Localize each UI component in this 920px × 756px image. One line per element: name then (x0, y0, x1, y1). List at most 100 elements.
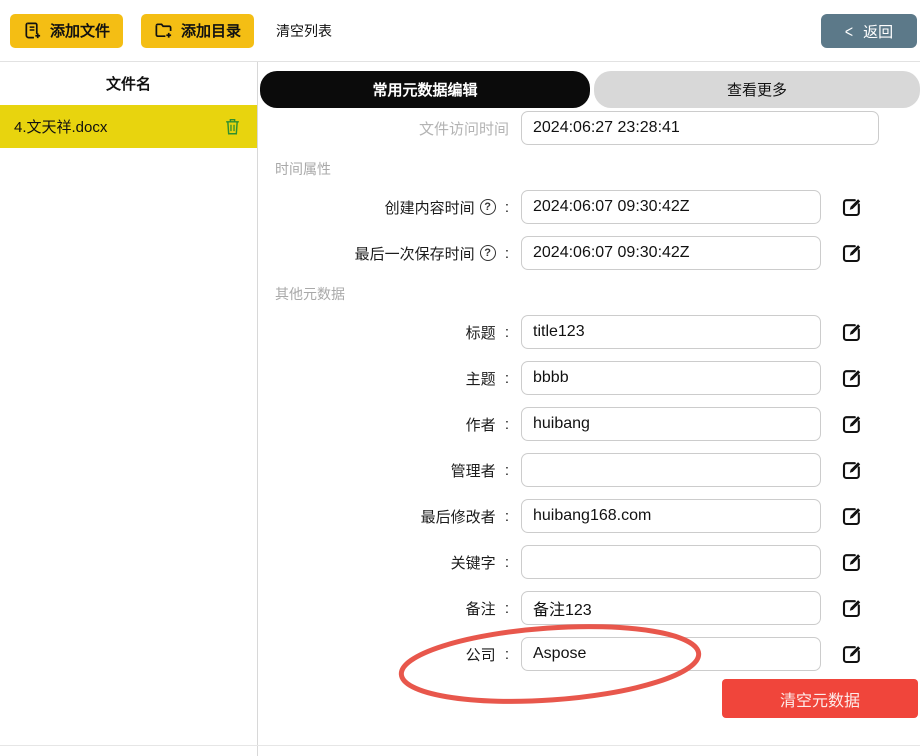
label-colon: : (500, 369, 509, 387)
bottom-divider (0, 745, 920, 746)
last-saved-time-row: 最后一次保存时间? : (259, 236, 920, 270)
label-colon: : (500, 244, 509, 262)
clear-list-link[interactable]: 清空列表 (276, 21, 332, 41)
metadata-form: 文件访问时间时间属性创建内容时间? :最后一次保存时间? :其他元数据标题 :主… (259, 108, 920, 704)
label-colon: : (500, 645, 509, 663)
edit-pencil-square-icon (841, 321, 863, 343)
field-label: 标题 : (259, 322, 509, 343)
field-label: 备注 : (259, 598, 509, 619)
edit-content-created-time-button[interactable] (840, 195, 864, 219)
edit-comments-button[interactable] (840, 596, 864, 620)
section-label: 其他元数据 (275, 286, 345, 302)
label-colon: : (500, 553, 509, 571)
edit-pencil-square-icon (841, 505, 863, 527)
field-label: 创建内容时间? : (259, 197, 509, 218)
field-label-text: 最后一次保存时间 (354, 245, 475, 263)
edit-pencil-square-icon (841, 459, 863, 481)
add-directory-label: 添加目录 (181, 23, 242, 40)
edit-pencil-square-icon (841, 551, 863, 573)
field-label: 文件访问时间 (259, 118, 509, 139)
input-keywords[interactable] (521, 545, 821, 579)
input-last-saved-time[interactable] (521, 236, 821, 270)
field-label-text: 文件访问时间 (418, 120, 509, 138)
input-subject[interactable] (521, 361, 821, 395)
edit-title-button[interactable] (840, 320, 864, 344)
input-author[interactable] (521, 407, 821, 441)
tab-common-metadata-edit[interactable]: 常用元数据编辑 (260, 71, 590, 108)
edit-company-button[interactable] (840, 642, 864, 666)
field-label-text: 主题 (465, 370, 496, 388)
company-row: 公司 : (259, 624, 920, 704)
field-label: 最后修改者 : (259, 506, 509, 527)
label-colon: : (500, 198, 509, 216)
field-label: 作者 : (259, 414, 509, 435)
edit-subject-button[interactable] (840, 366, 864, 390)
field-label-text: 最后修改者 (420, 508, 496, 526)
edit-pencil-square-icon (841, 643, 863, 665)
add-file-button[interactable]: 添加文件 (10, 13, 124, 48)
edit-manager-button[interactable] (840, 458, 864, 482)
field-label-text: 管理者 (450, 462, 496, 480)
help-icon[interactable]: ? (479, 245, 496, 261)
input-file-access-time[interactable] (521, 111, 879, 145)
delete-file-button[interactable] (222, 115, 243, 138)
file-access-time-row: 文件访问时间 (259, 111, 920, 145)
edit-last-saved-time-button[interactable] (840, 241, 864, 265)
subject-row: 主题 : (259, 361, 920, 395)
folder-plus-icon (154, 21, 173, 40)
add-directory-button[interactable]: 添加目录 (141, 13, 255, 48)
metadata-panel: 常用元数据编辑 查看更多 文件访问时间时间属性创建内容时间? :最后一次保存时间… (259, 62, 920, 756)
field-label: 最后一次保存时间? : (259, 243, 509, 264)
input-company[interactable] (521, 637, 821, 671)
field-label: 主题 : (259, 368, 509, 389)
file-plus-icon (23, 21, 42, 40)
field-label-text: 创建内容时间 (384, 199, 475, 217)
tab-bar: 常用元数据编辑 查看更多 (259, 62, 920, 108)
last-modified-by-row: 最后修改者 : (259, 499, 920, 533)
field-label-text: 公司 (465, 646, 496, 664)
back-button[interactable]: < 返回 (821, 14, 917, 48)
file-name: 4.文天祥.docx (14, 119, 108, 136)
edit-pencil-square-icon (841, 242, 863, 264)
add-file-label: 添加文件 (50, 23, 111, 40)
field-label: 关键字 : (259, 552, 509, 573)
input-last-modified-by[interactable] (521, 499, 821, 533)
edit-pencil-square-icon (841, 367, 863, 389)
field-label-text: 备注 (465, 600, 496, 618)
label-colon: : (500, 507, 509, 525)
field-label: 管理者 : (259, 460, 509, 481)
label-colon: : (500, 461, 509, 479)
comments-row: 备注 : (259, 591, 920, 625)
help-icon[interactable]: ? (479, 199, 496, 215)
input-manager[interactable] (521, 453, 821, 487)
field-label: 公司 : (259, 644, 509, 665)
file-list-header: 文件名 (105, 76, 151, 93)
label-colon: : (500, 415, 509, 433)
edit-last-modified-by-button[interactable] (840, 504, 864, 528)
trash-icon (224, 117, 241, 136)
edit-pencil-square-icon (841, 196, 863, 218)
edit-author-button[interactable] (840, 412, 864, 436)
title-row: 标题 : (259, 315, 920, 349)
chevron-left-icon: < (844, 21, 854, 41)
edit-pencil-square-icon (841, 413, 863, 435)
field-label-text: 关键字 (450, 554, 496, 572)
clear-metadata-button[interactable]: 清空元数据 (722, 679, 918, 718)
author-row: 作者 : (259, 407, 920, 441)
edit-pencil-square-icon (841, 597, 863, 619)
input-content-created-time[interactable] (521, 190, 821, 224)
input-comments[interactable] (521, 591, 821, 625)
label-colon: : (500, 323, 509, 341)
input-title[interactable] (521, 315, 821, 349)
keywords-row: 关键字 : (259, 545, 920, 579)
section-label: 时间属性 (275, 161, 331, 177)
field-label-text: 作者 (465, 416, 496, 434)
back-label: 返回 (863, 23, 894, 41)
label-colon: : (500, 599, 509, 617)
topbar: 添加文件 添加目录 清空列表 < 返回 (0, 0, 920, 62)
tab-view-more[interactable]: 查看更多 (594, 71, 920, 108)
content-created-time-row: 创建内容时间? : (259, 190, 920, 224)
file-list-sidebar: 文件名 4.文天祥.docx (0, 62, 258, 756)
edit-keywords-button[interactable] (840, 550, 864, 574)
file-list-item-selected[interactable]: 4.文天祥.docx (0, 105, 257, 148)
